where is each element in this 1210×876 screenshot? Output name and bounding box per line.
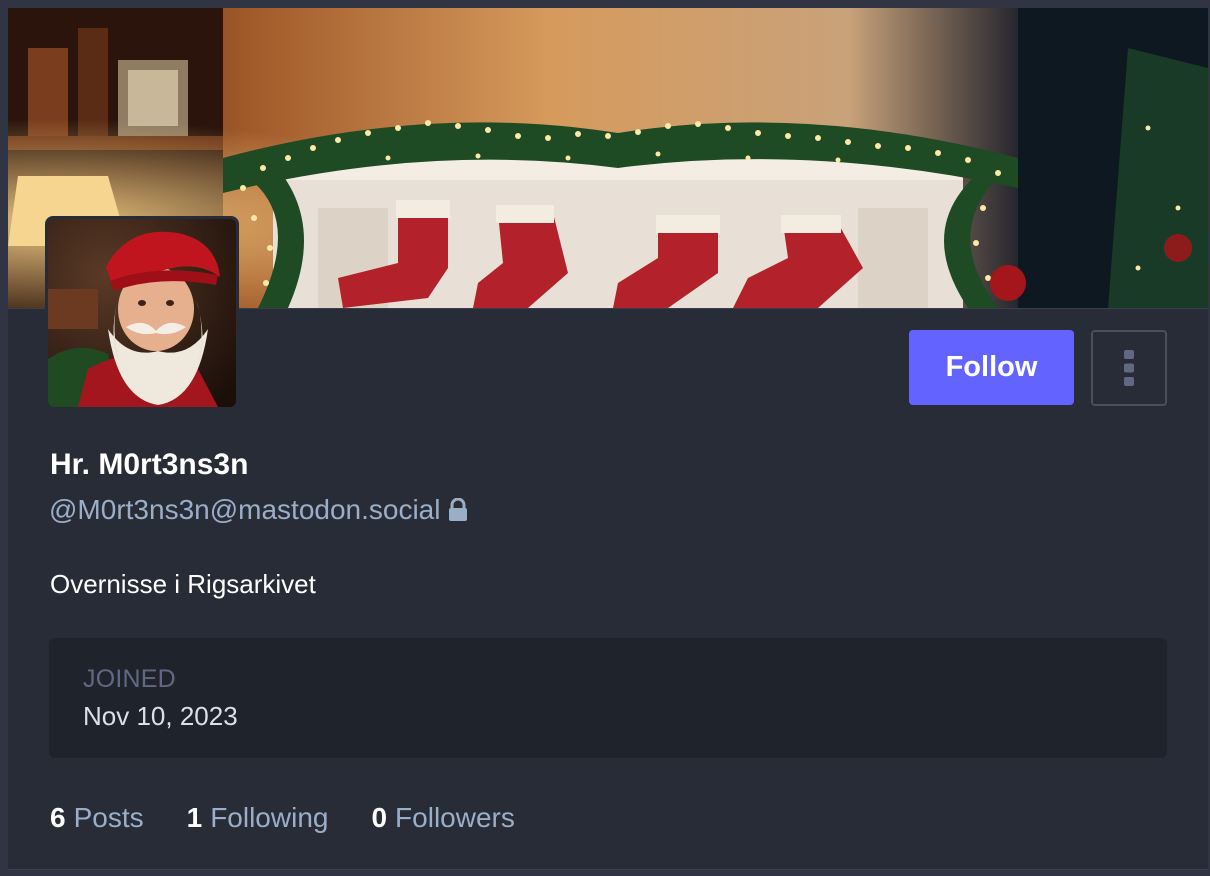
card-bottom-divider [8, 869, 1208, 870]
following-label: Following [210, 802, 329, 833]
posts-count-link[interactable]: 6 Posts [50, 802, 144, 834]
joined-label: JOINED [83, 665, 176, 693]
account-handle[interactable]: @M0rt3ns3n@mastodon.social [49, 494, 440, 526]
lock-icon [448, 498, 468, 522]
joined-date: Nov 10, 2023 [83, 701, 238, 731]
followers-label: Followers [395, 802, 515, 833]
more-options-button[interactable] [1091, 330, 1167, 406]
following-count-link[interactable]: 1 Following [187, 802, 329, 834]
display-name: Hr. M0rt3ns3n [50, 448, 249, 481]
account-handle-row: @M0rt3ns3n@mastodon.social [49, 494, 468, 526]
account-fields: JOINED Nov 10, 2023 [49, 638, 1167, 758]
posts-count: 6 [50, 802, 66, 833]
account-stats: 6 Posts 1 Following 0 Followers [50, 802, 558, 834]
following-count: 1 [186, 802, 203, 833]
account-bio: Overnisse i Rigsarkivet [50, 569, 316, 599]
profile-card: Follow Hr. M0rt3ns3n @M0rt3ns3n@mastodon… [8, 8, 1208, 870]
avatar[interactable] [45, 216, 239, 410]
follow-button[interactable]: Follow [909, 330, 1074, 405]
ellipsis-vertical-icon [1124, 350, 1134, 386]
followers-count-link[interactable]: 0 Followers [371, 802, 514, 834]
posts-label: Posts [73, 802, 144, 833]
followers-count: 0 [371, 802, 388, 833]
